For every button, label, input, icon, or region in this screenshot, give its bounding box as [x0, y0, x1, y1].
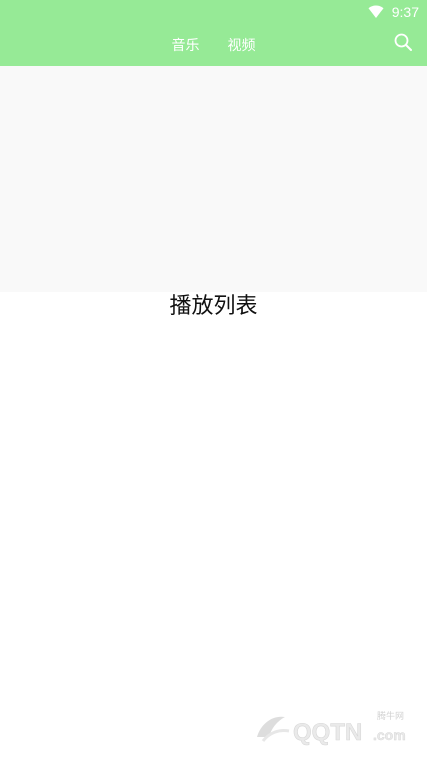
wifi-icon — [368, 5, 384, 19]
status-bar: 9:37 — [0, 0, 427, 24]
search-button[interactable] — [391, 32, 415, 56]
tab-video[interactable]: 视频 — [228, 31, 256, 59]
tab-music[interactable]: 音乐 — [172, 31, 200, 59]
status-right: 9:37 — [368, 3, 419, 21]
watermark-chinese-label: 腾牛网 — [377, 710, 404, 722]
watermark-brand-text: QQTN — [293, 719, 362, 746]
status-time: 9:37 — [391, 4, 419, 20]
playlist-title: 播放列表 — [169, 294, 258, 319]
qqtn-watermark: QQTN .com 腾牛网 — [249, 707, 419, 751]
search-icon — [394, 33, 412, 56]
watermark-domain-text: .com — [373, 727, 406, 743]
app-screen: 9:37 音乐 视频 播放列表 QQTN .com 腾牛网 — [0, 0, 427, 759]
media-tabs: 音乐 视频 — [0, 24, 427, 66]
top-app-bar: 音乐 视频 — [0, 24, 427, 66]
media-player-area[interactable] — [0, 66, 427, 292]
